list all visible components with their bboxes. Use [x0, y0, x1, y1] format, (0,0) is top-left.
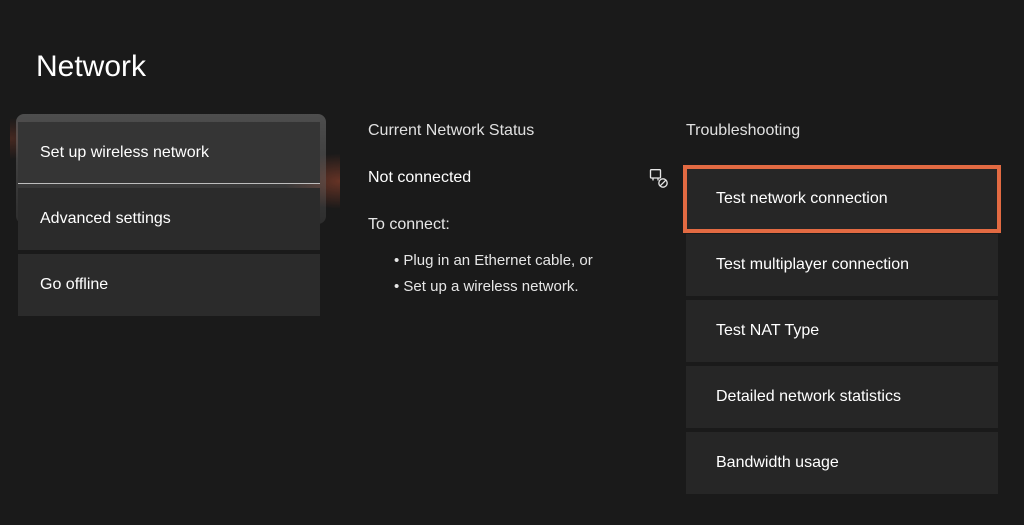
menu-item-advanced-settings[interactable]: Advanced settings: [18, 188, 320, 250]
connect-header: To connect:: [368, 216, 668, 234]
troubleshoot-detailed-stats[interactable]: Detailed network statistics: [686, 366, 998, 428]
menu-item-label: Set up wireless network: [40, 144, 209, 162]
connect-tip: Set up a wireless network.: [394, 274, 668, 300]
status-header: Current Network Status: [368, 122, 668, 140]
troubleshooting-panel: Troubleshooting Test network connection …: [686, 122, 998, 498]
network-actions-menu: Set up wireless network Advanced setting…: [18, 122, 320, 320]
troubleshoot-item-label: Detailed network statistics: [716, 388, 901, 406]
troubleshooting-header: Troubleshooting: [686, 122, 998, 140]
connect-tips: Plug in an Ethernet cable, or Set up a w…: [368, 248, 668, 299]
troubleshoot-item-label: Test network connection: [716, 190, 888, 208]
ethernet-disconnected-icon: [648, 168, 668, 188]
troubleshoot-test-multiplayer[interactable]: Test multiplayer connection: [686, 234, 998, 296]
status-value: Not connected: [368, 169, 638, 187]
troubleshoot-test-nat[interactable]: Test NAT Type: [686, 300, 998, 362]
network-status-panel: Current Network Status Not connected To …: [368, 122, 668, 299]
menu-item-label: Advanced settings: [40, 210, 171, 228]
troubleshoot-test-network[interactable]: Test network connection: [686, 168, 998, 230]
menu-item-label: Go offline: [40, 276, 108, 294]
troubleshoot-bandwidth[interactable]: Bandwidth usage: [686, 432, 998, 494]
page-title: Network: [36, 50, 146, 84]
troubleshoot-item-label: Bandwidth usage: [716, 454, 839, 472]
troubleshoot-item-label: Test NAT Type: [716, 322, 819, 340]
menu-item-go-offline[interactable]: Go offline: [18, 254, 320, 316]
troubleshoot-item-label: Test multiplayer connection: [716, 256, 909, 274]
menu-item-setup-wireless[interactable]: Set up wireless network: [18, 122, 320, 184]
connect-tip: Plug in an Ethernet cable, or: [394, 248, 668, 274]
